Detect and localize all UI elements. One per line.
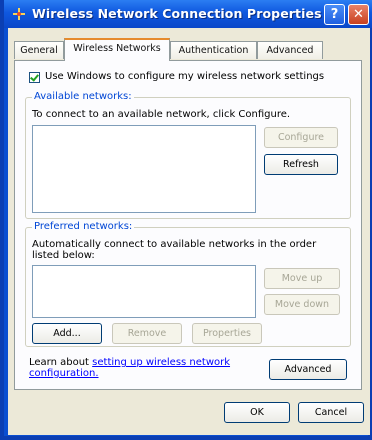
properties-button[interactable]: Properties <box>192 323 262 344</box>
help-button[interactable]: ? <box>324 4 345 25</box>
preferred-networks-description: Automatically connect to available netwo… <box>32 239 317 261</box>
window-title: Wireless Network Connection Properties <box>32 6 322 21</box>
close-button[interactable]: ✕ <box>348 4 369 25</box>
learn-about-text: Learn about setting up wireless network … <box>29 357 259 379</box>
configure-button[interactable]: Configure <box>264 127 338 148</box>
available-networks-list[interactable] <box>32 125 256 213</box>
preferred-networks-title: Preferred networks: <box>32 221 135 232</box>
tab-panel: Use Windows to configure my wireless net… <box>14 60 362 390</box>
dialog-client-area: General Wireless Networks Authentication… <box>8 28 370 435</box>
network-icon <box>13 8 25 20</box>
refresh-button[interactable]: Refresh <box>264 154 338 175</box>
available-networks-title: Available networks: <box>32 91 134 102</box>
advanced-button[interactable]: Advanced <box>269 359 347 380</box>
move-up-button[interactable]: Move up <box>264 268 340 289</box>
use-windows-checkbox[interactable] <box>29 72 40 83</box>
available-networks-group: Available networks: To connect to an ava… <box>25 91 351 219</box>
cancel-button[interactable]: Cancel <box>298 402 364 423</box>
tab-general[interactable]: General <box>14 41 64 59</box>
tab-authentication[interactable]: Authentication <box>170 41 257 59</box>
remove-button[interactable]: Remove <box>112 323 182 344</box>
learn-about-prefix: Learn about <box>29 357 93 368</box>
add-button[interactable]: Add... <box>32 323 102 344</box>
available-networks-description: To connect to an available network, clic… <box>32 109 291 120</box>
tab-advanced[interactable]: Advanced <box>257 41 323 59</box>
preferred-networks-group: Preferred networks: Automatically connec… <box>25 221 351 347</box>
use-windows-checkbox-label[interactable]: Use Windows to configure my wireless net… <box>45 71 324 82</box>
tab-strip: General Wireless Networks Authentication… <box>14 38 364 61</box>
move-down-button[interactable]: Move down <box>264 294 340 315</box>
title-bar[interactable]: Wireless Network Connection Properties ?… <box>4 0 372 28</box>
ok-button[interactable]: OK <box>224 402 290 423</box>
tab-wireless-networks[interactable]: Wireless Networks <box>64 38 170 61</box>
dialog-window: Wireless Network Connection Properties ?… <box>0 0 372 440</box>
preferred-networks-list[interactable] <box>32 265 256 318</box>
